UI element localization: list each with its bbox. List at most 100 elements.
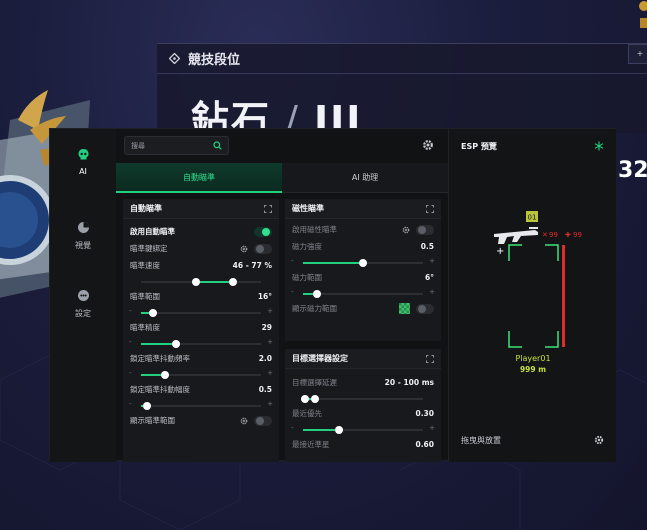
expand-icon[interactable] xyxy=(264,204,272,213)
magnet-range-slider[interactable]: - + xyxy=(285,286,441,300)
main-panel: 自動瞄準 AI 助理 自動瞄準 啟用自動瞄準 瞄準鍵綁定 瞄準速度 xyxy=(116,129,513,462)
slider-knob-max[interactable] xyxy=(311,395,319,403)
lock-jitter-amp-slider[interactable]: - + xyxy=(123,398,279,412)
section-title: 自動瞄準 xyxy=(130,204,162,213)
target-delay-slider[interactable] xyxy=(285,391,441,405)
color-swatch[interactable] xyxy=(399,303,410,314)
sidebar-item-settings[interactable]: 設定 xyxy=(58,279,108,329)
slider-track xyxy=(141,278,261,286)
slider-knob[interactable] xyxy=(171,340,180,348)
skull-icon xyxy=(78,149,88,160)
rifle-icon xyxy=(494,227,538,244)
enable-auto-aim-toggle[interactable] xyxy=(254,226,272,237)
slider-knob[interactable] xyxy=(335,426,343,434)
level-badge: 01 xyxy=(528,214,537,222)
enable-magnet-toggle[interactable] xyxy=(416,224,434,235)
gear-icon[interactable] xyxy=(402,226,410,234)
slider-plus[interactable]: + xyxy=(267,369,273,377)
rank-panel: 競技段位 鉆石 / III xyxy=(157,43,647,142)
expand-icon[interactable] xyxy=(426,354,434,363)
pie-chart-icon xyxy=(77,222,89,233)
slider-plus[interactable]: + xyxy=(429,288,435,296)
lock-jitter-freq-label: 鎖定瞄準抖動頻率 xyxy=(130,354,190,363)
aim-key-bind-label: 瞄準鍵綁定 xyxy=(130,244,168,253)
slider-minus[interactable]: - xyxy=(291,424,294,432)
search-icon[interactable] xyxy=(213,141,222,150)
gear-icon[interactable] xyxy=(240,245,248,253)
cheat-menu-window: AI 視覺 設定 自動瞄準 AI 助理 自動瞄準 啟用自動瞄準 xyxy=(49,128,616,462)
aim-precision-slider[interactable]: - + xyxy=(123,336,279,350)
player-name: Player01 xyxy=(515,354,550,363)
esp-preview[interactable]: 01 ✕ 99 ✚ 99 + Player01 999 m xyxy=(449,189,617,389)
rank-panel-title: 競技段位 xyxy=(188,53,241,68)
slider-track xyxy=(303,259,423,267)
settings-gear-icon[interactable] xyxy=(422,139,434,151)
slider-minus[interactable]: - xyxy=(129,400,132,408)
slider-track xyxy=(141,340,261,348)
sidebar-item-ai[interactable]: AI xyxy=(58,137,108,187)
gear-icon[interactable] xyxy=(594,435,604,445)
show-aim-range-label: 顯示瞄準範圍 xyxy=(130,416,175,425)
aim-speed-slider[interactable] xyxy=(123,274,279,288)
slider-plus[interactable]: + xyxy=(267,307,273,315)
topright-button[interactable]: + xyxy=(628,44,647,64)
enable-magnet-label: 啟用磁性瞄準 xyxy=(292,225,337,234)
slider-minus[interactable]: - xyxy=(291,257,294,265)
diamond-icon xyxy=(169,53,180,64)
slider-knob[interactable] xyxy=(359,259,367,267)
show-magnet-range-label: 顯示磁力範圍 xyxy=(292,304,337,313)
setting-row: 磁力範圍 6° xyxy=(285,269,441,286)
slider-minus[interactable]: - xyxy=(129,307,132,315)
slider-plus[interactable]: + xyxy=(429,257,435,265)
slider-knob[interactable] xyxy=(149,309,157,317)
settings-dots-icon xyxy=(77,290,89,301)
slider-plus[interactable]: + xyxy=(267,338,273,346)
slider-knob[interactable] xyxy=(313,290,322,298)
setting-row: 瞄準精度 29 xyxy=(123,319,279,336)
aim-range-slider[interactable]: - + xyxy=(123,305,279,319)
magnet-strength-value: 0.5 xyxy=(420,242,434,251)
drag-drop-label: 拖曳與放置 xyxy=(461,436,501,445)
slider-minus[interactable]: - xyxy=(291,288,294,296)
slider-knob-min[interactable] xyxy=(192,278,201,286)
show-aim-range-toggle[interactable] xyxy=(254,415,272,426)
slider-track xyxy=(141,309,261,317)
search-box[interactable] xyxy=(124,136,229,155)
magnet-strength-slider[interactable]: - + xyxy=(285,255,441,269)
lock-jitter-freq-slider[interactable]: - + xyxy=(123,367,279,381)
snowflake-icon[interactable] xyxy=(594,141,604,151)
section-header: 自動瞄準 xyxy=(123,199,279,219)
slider-minus[interactable]: - xyxy=(129,369,132,377)
nearest-priority-slider[interactable]: - + xyxy=(285,422,441,436)
slider-knob[interactable] xyxy=(161,371,169,379)
nearest-priority-label: 最近優先 xyxy=(292,409,322,418)
sidebar-label-ai: AI xyxy=(79,167,87,176)
slider-knob-min[interactable] xyxy=(301,395,310,403)
sidebar-item-visual[interactable]: 視覺 xyxy=(58,211,108,261)
slider-track xyxy=(303,426,423,434)
slider-fill xyxy=(141,343,176,345)
lock-jitter-freq-value: 2.0 xyxy=(258,354,272,363)
slider-track xyxy=(141,402,261,410)
aim-key-bind-toggle[interactable] xyxy=(254,243,272,254)
setting-row: 最接近準星 0.60 xyxy=(285,436,441,453)
sidebar: AI 視覺 設定 xyxy=(50,129,116,462)
slider-knob[interactable] xyxy=(143,402,151,410)
slider-track xyxy=(301,395,423,403)
expand-icon[interactable] xyxy=(426,204,434,213)
slider-minus[interactable]: - xyxy=(129,338,132,346)
lock-jitter-amp-label: 鎖定瞄準抖動幅度 xyxy=(130,385,190,394)
show-magnet-range-toggle[interactable] xyxy=(416,303,434,314)
slider-plus[interactable]: + xyxy=(267,400,273,408)
section-header: 磁性瞄準 xyxy=(285,199,441,219)
armor-value: 99 xyxy=(549,231,558,239)
tab-auto-aim[interactable]: 自動瞄準 xyxy=(116,163,282,193)
slider-knob-max[interactable] xyxy=(229,278,238,286)
tab-ai-assistant[interactable]: AI 助理 xyxy=(282,163,448,193)
esp-preview-panel: ESP 預覽 01 ✕ 99 ✚ 99 + Player01 999 m 拖曳與… xyxy=(448,129,616,462)
sidebar-label-visual: 視覺 xyxy=(75,241,91,250)
score-fragment: 321 xyxy=(618,158,647,183)
search-input[interactable] xyxy=(131,141,213,150)
gear-icon[interactable] xyxy=(240,417,248,425)
slider-plus[interactable]: + xyxy=(429,424,435,432)
